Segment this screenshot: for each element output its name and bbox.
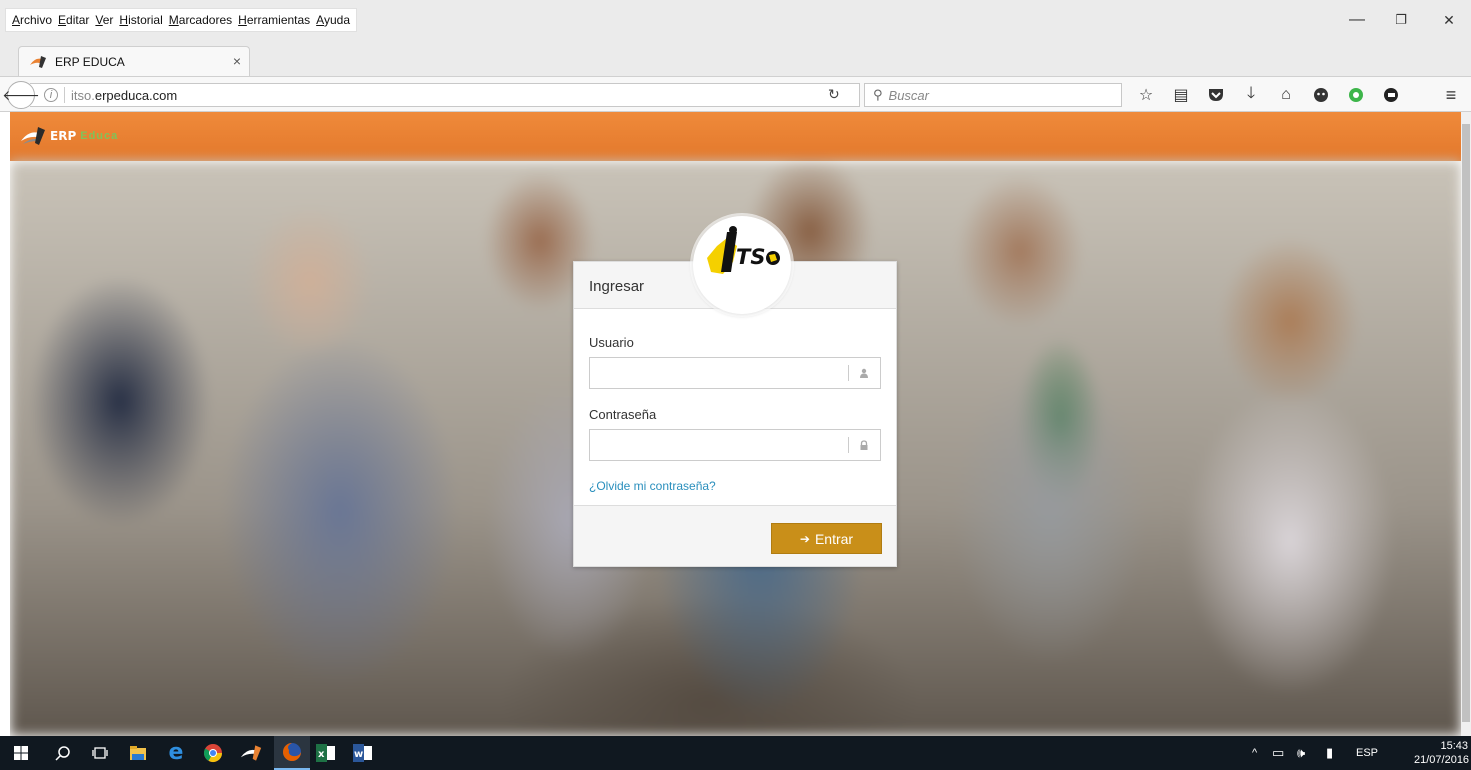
chrome-icon[interactable] bbox=[200, 740, 226, 766]
url-subdomain: itso. bbox=[71, 87, 95, 103]
info-icon[interactable]: i bbox=[44, 88, 58, 102]
page-viewport: ERP Educa Ingresar Usuario Contraseña ¿O… bbox=[10, 112, 1461, 736]
pocket-icon[interactable] bbox=[1205, 84, 1227, 106]
svg-text:w: w bbox=[354, 749, 363, 760]
username-input[interactable] bbox=[590, 358, 848, 388]
extension-green-icon[interactable] bbox=[1345, 84, 1367, 106]
url-bar[interactable]: i itso. erpeduca.com bbox=[30, 83, 860, 107]
menu-historial[interactable]: Historial bbox=[119, 13, 162, 27]
close-window-button[interactable]: ✕ bbox=[1427, 0, 1471, 40]
task-view-icon[interactable] bbox=[87, 740, 113, 766]
tab-title: ERP EDUCA bbox=[55, 54, 125, 69]
itso-logo-badge: TS bbox=[693, 216, 791, 314]
nav-bar: i itso. erpeduca.com 🡐 ↻ ⚲ Buscar ☆ ▤ 🡓 ⌂… bbox=[0, 76, 1471, 112]
language-indicator[interactable]: ESP bbox=[1356, 736, 1378, 770]
sign-in-icon: ➔ bbox=[799, 531, 810, 546]
search-field[interactable]: ⚲ Buscar bbox=[864, 83, 1122, 107]
reading-list-icon[interactable]: ▤ bbox=[1170, 84, 1192, 106]
extension-dark-icon[interactable] bbox=[1380, 84, 1402, 106]
back-arrow-icon: 🡐 bbox=[2, 86, 40, 103]
logo-subtext: Educa bbox=[80, 130, 119, 142]
menu-herramientas[interactable]: Herramientas bbox=[238, 13, 310, 27]
reload-icon[interactable]: ↻ bbox=[828, 86, 840, 103]
forgot-password-link[interactable]: ¿Olvide mi contraseña? bbox=[589, 479, 716, 493]
search-placeholder: Buscar bbox=[888, 87, 929, 103]
login-footer: ➔ Entrar bbox=[574, 505, 896, 566]
enter-button-label: Entrar bbox=[814, 530, 854, 547]
network-icon[interactable]: ▭ bbox=[1272, 736, 1284, 770]
password-input[interactable] bbox=[590, 430, 848, 460]
svg-text:TS: TS bbox=[736, 245, 765, 269]
volume-icon[interactable]: 🕪 bbox=[1297, 736, 1305, 770]
home-icon[interactable]: ⌂ bbox=[1275, 84, 1297, 106]
search-icon[interactable] bbox=[50, 740, 76, 766]
tab-close-icon[interactable]: × bbox=[233, 53, 241, 69]
minimize-button[interactable]: — bbox=[1335, 0, 1379, 40]
scrollbar-thumb[interactable] bbox=[1462, 124, 1470, 722]
page-scrollbar[interactable] bbox=[1461, 112, 1471, 736]
user-icon bbox=[848, 358, 880, 388]
edge-icon[interactable]: e bbox=[163, 740, 189, 766]
itso-logo-icon: TS bbox=[707, 226, 780, 274]
username-field-group bbox=[589, 357, 881, 389]
url-domain: erpeduca.com bbox=[94, 87, 178, 103]
lock-icon bbox=[848, 430, 880, 460]
notifications-icon[interactable]: ▮ bbox=[1326, 736, 1333, 770]
tab-strip: ERP EDUCA × + bbox=[0, 40, 1471, 104]
password-label: Contraseña bbox=[589, 407, 657, 422]
enter-button[interactable]: ➔ Entrar bbox=[771, 523, 882, 554]
windows-taskbar: e x w ^ ▭ 🕪 ▮ ESP 15:43 21/07/2016 bbox=[0, 736, 1471, 770]
menu-ver[interactable]: Ver bbox=[95, 13, 113, 27]
restore-button[interactable]: ❐ bbox=[1379, 0, 1423, 40]
back-button[interactable]: 🡐 bbox=[2, 81, 40, 109]
word-icon[interactable]: w bbox=[350, 740, 376, 766]
erp-app-icon[interactable] bbox=[238, 740, 264, 766]
logo-mark-icon bbox=[21, 127, 45, 145]
svg-text:x: x bbox=[318, 749, 325, 760]
menu-archivo[interactable]: Archivo bbox=[12, 13, 52, 27]
star-icon[interactable]: ☆ bbox=[1135, 84, 1157, 106]
emoji-icon[interactable] bbox=[1310, 84, 1332, 106]
file-explorer-icon[interactable] bbox=[125, 740, 151, 766]
url-separator bbox=[64, 87, 65, 103]
menu-editar[interactable]: Editar bbox=[58, 13, 89, 27]
site-header: ERP Educa bbox=[10, 112, 1461, 161]
clock-time: 15:43 bbox=[1440, 740, 1468, 752]
menu-items: Archivo Editar Ver Historial Marcadores … bbox=[5, 8, 357, 32]
tray-chevron-icon[interactable]: ^ bbox=[1252, 736, 1257, 770]
login-title: Ingresar bbox=[589, 278, 645, 295]
firefox-icon[interactable] bbox=[274, 736, 310, 770]
username-label: Usuario bbox=[589, 335, 634, 350]
logo-text: ERP bbox=[50, 129, 77, 143]
erp-logo[interactable]: ERP Educa bbox=[20, 126, 118, 146]
windows-start-icon[interactable] bbox=[8, 740, 34, 766]
tab-erp-educa[interactable]: ERP EDUCA × bbox=[18, 46, 250, 76]
menu-icon[interactable]: ≡ bbox=[1440, 84, 1462, 106]
clock[interactable]: 15:43 21/07/2016 bbox=[1414, 739, 1470, 767]
login-body: Usuario Contraseña ¿Olvide mi contraseña… bbox=[574, 309, 896, 493]
menu-marcadores[interactable]: Marcadores bbox=[169, 13, 232, 27]
search-icon: ⚲ bbox=[873, 87, 883, 102]
favicon-icon bbox=[30, 55, 46, 68]
menu-bar: Archivo Editar Ver Historial Marcadores … bbox=[0, 0, 1471, 40]
menu-ayuda[interactable]: Ayuda bbox=[316, 13, 350, 27]
download-icon[interactable]: 🡓 bbox=[1240, 84, 1262, 106]
clock-date: 21/07/2016 bbox=[1414, 754, 1470, 766]
password-field-group bbox=[589, 429, 881, 461]
excel-icon[interactable]: x bbox=[313, 740, 339, 766]
page-margin bbox=[0, 112, 10, 736]
